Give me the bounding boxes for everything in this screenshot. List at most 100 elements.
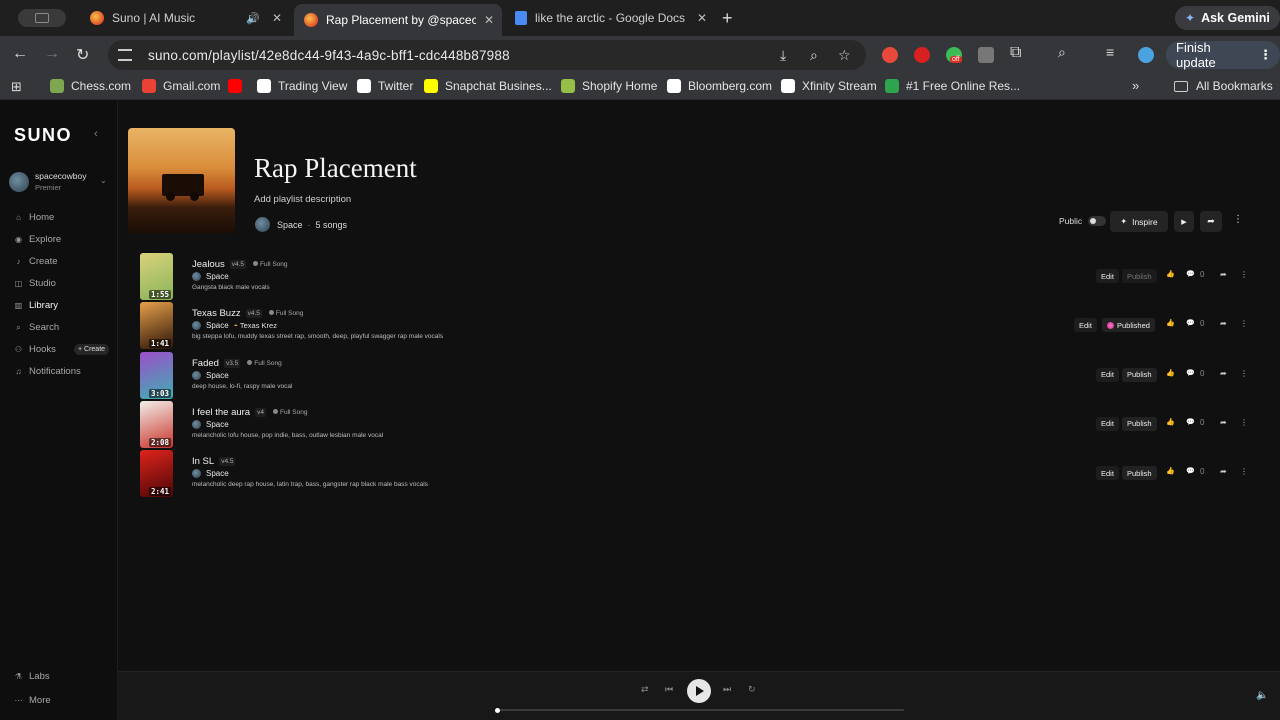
suno-logo[interactable]: SUNO	[14, 125, 72, 146]
extensions-puzzle-icon[interactable]: ⧉	[1010, 44, 1021, 62]
more-options-kebab-icon[interactable]: ⋮	[1240, 369, 1248, 378]
reload-icon[interactable]: ↻	[76, 45, 89, 65]
song-row[interactable]: 3:03 Faded v3.5 Full Song Space deep house, l…	[128, 351, 1258, 400]
song-artist[interactable]: Space	[206, 321, 229, 330]
tab-google-docs[interactable]: like the arctic - Google Docs ✕	[505, 4, 715, 32]
sidebar-item-notifications[interactable]: ♫ Notifications	[14, 366, 81, 377]
progress-slider[interactable]	[495, 707, 904, 713]
sidebar-item-home[interactable]: ⌂ Home	[14, 212, 54, 223]
user-profile[interactable]: spacecowboy Premier	[9, 171, 87, 193]
more-options-kebab-icon[interactable]: ⋮	[1240, 270, 1248, 279]
sidebar-item-search[interactable]: ⌕ Search	[14, 322, 59, 333]
bookmark-star-icon[interactable]: ☆	[838, 47, 851, 64]
site-settings-icon[interactable]	[118, 49, 132, 61]
sidebar-item-hooks[interactable]: ⚇ Hooks	[14, 344, 56, 355]
inspire-button[interactable]: ✦ Inspire	[1110, 211, 1168, 232]
share-icon[interactable]: ➦	[1220, 467, 1227, 476]
comment-icon[interactable]: 💬	[1186, 467, 1195, 475]
comment-icon[interactable]: 💬	[1186, 270, 1195, 278]
apps-grid-icon[interactable]: ⊞	[11, 79, 22, 95]
edit-button[interactable]: Edit	[1096, 416, 1119, 431]
publish-button[interactable]: Publish	[1122, 466, 1157, 481]
tab-rap-placement[interactable]: Rap Placement by @spacecowboy ✕	[294, 4, 502, 36]
window-switcher[interactable]	[18, 9, 66, 27]
song-title[interactable]: Texas Buzz	[192, 308, 241, 319]
song-thumbnail[interactable]: 1:55	[140, 253, 173, 300]
play-button[interactable]	[687, 679, 711, 703]
song-title[interactable]: Jealous	[192, 259, 225, 270]
more-options-kebab-icon[interactable]: ⋮	[1240, 418, 1248, 427]
like-thumb-icon[interactable]: 👍	[1166, 418, 1175, 426]
song-thumbnail[interactable]: 3:03	[140, 351, 173, 399]
bookmark-9[interactable]: Xfinity Stream	[781, 79, 877, 93]
extension-gray-icon[interactable]	[978, 47, 994, 63]
shuffle-icon[interactable]: ⇄	[641, 684, 649, 695]
sidebar-item-more[interactable]: ⋯ More	[14, 695, 51, 706]
bookmark-7[interactable]: Shopify Home	[561, 79, 657, 93]
share-playlist-button[interactable]: ➦	[1200, 211, 1222, 232]
share-icon[interactable]: ➦	[1220, 319, 1227, 328]
repeat-icon[interactable]: ↻	[748, 684, 756, 695]
play-playlist-button[interactable]: ▶	[1174, 211, 1194, 232]
close-tab-icon[interactable]: ✕	[484, 13, 494, 27]
toggle-switch[interactable]	[1088, 216, 1107, 226]
more-options-kebab-icon[interactable]: ⋮	[1240, 319, 1248, 328]
published-button[interactable]: Published	[1102, 318, 1155, 333]
bookmark-3[interactable]	[228, 79, 249, 93]
speaker-icon[interactable]: 🔊	[246, 12, 260, 25]
like-thumb-icon[interactable]: 👍	[1166, 270, 1175, 278]
publish-button[interactable]: Publish	[1122, 416, 1157, 431]
new-tab-plus-icon[interactable]: +	[722, 8, 733, 29]
sidebar-item-library[interactable]: ▥ Library	[14, 300, 58, 311]
song-row[interactable]: 2:41 In SL v4.5 Space melancholic deep rap h…	[128, 450, 1258, 498]
sidebar-item-labs[interactable]: ⚗ Labs	[14, 671, 50, 682]
like-thumb-icon[interactable]: 👍	[1166, 467, 1175, 475]
sidebar-item-studio[interactable]: ◫ Studio	[14, 278, 56, 289]
edit-button[interactable]: Edit	[1096, 367, 1119, 382]
edit-button[interactable]: Edit	[1074, 318, 1097, 333]
owner-name[interactable]: Space	[277, 220, 303, 230]
song-thumbnail[interactable]: 1:41	[140, 302, 173, 350]
bookmark-6[interactable]: Snapchat Busines...	[424, 79, 552, 93]
edit-button[interactable]: Edit	[1096, 466, 1119, 481]
comment-icon[interactable]: 💬	[1186, 418, 1195, 426]
song-row[interactable]: 1:41 Texas Buzz v4.5 Full Song Space Texas Kr…	[128, 302, 1258, 350]
avatar[interactable]	[255, 217, 270, 232]
user-menu-chevron-icon[interactable]: ⌄	[100, 176, 107, 185]
bookmark-4[interactable]: Trading View	[257, 79, 347, 93]
featured-artist[interactable]: Texas Krez	[234, 321, 277, 330]
comment-icon[interactable]: 💬	[1186, 369, 1195, 377]
bookmark-5[interactable]: Twitter	[357, 79, 413, 93]
public-toggle[interactable]: Public	[1059, 216, 1107, 226]
volume-icon[interactable]: 🔈	[1256, 690, 1268, 701]
next-track-icon[interactable]: ⏭	[723, 684, 731, 695]
song-thumbnail[interactable]: 2:08	[140, 400, 173, 448]
address-bar[interactable]: suno.com/playlist/42e8dc44-9f43-4a9c-bff…	[108, 40, 866, 70]
like-thumb-icon[interactable]: 👍	[1166, 319, 1175, 327]
profile-avatar-icon[interactable]	[1138, 47, 1154, 63]
edit-button[interactable]: Edit	[1096, 269, 1119, 283]
all-bookmarks-button[interactable]: All Bookmarks	[1174, 79, 1273, 93]
close-tab-icon[interactable]: ✕	[697, 11, 707, 25]
collapse-sidebar-chevron-icon[interactable]: ‹	[94, 128, 98, 140]
song-row[interactable]: 2:08 I feel the aura v4 Full Song Space melan…	[128, 400, 1258, 449]
comment-icon[interactable]: 💬	[1186, 319, 1195, 327]
zoom-icon[interactable]: ⌕	[810, 47, 818, 64]
bookmark-10[interactable]: #1 Free Online Res...	[885, 79, 1020, 93]
hooks-create-button[interactable]: + Create	[74, 344, 110, 355]
share-icon[interactable]: ➦	[1220, 270, 1227, 279]
share-icon[interactable]: ➦	[1220, 369, 1227, 378]
bookmark-2[interactable]: Gmail.com	[142, 79, 220, 93]
bookmark-8[interactable]: Bloomberg.com	[667, 79, 772, 93]
bookmark-1[interactable]: Chess.com	[50, 79, 131, 93]
media-control-icon[interactable]: ≡	[1106, 44, 1114, 60]
publish-button[interactable]: Publish	[1122, 367, 1157, 382]
playlist-description[interactable]: Add playlist description	[254, 194, 351, 205]
playlist-cover-image[interactable]	[128, 128, 235, 233]
song-thumbnail[interactable]: 2:41	[140, 450, 173, 498]
finish-update-button[interactable]: Finish update ⋮	[1166, 40, 1280, 70]
menu-kebab-icon[interactable]: ⋮	[1259, 47, 1272, 63]
extension-red-icon[interactable]	[882, 47, 898, 63]
ask-gemini-button[interactable]: ✦ Ask Gemini	[1175, 6, 1280, 30]
previous-track-icon[interactable]: ⏮	[665, 684, 673, 695]
